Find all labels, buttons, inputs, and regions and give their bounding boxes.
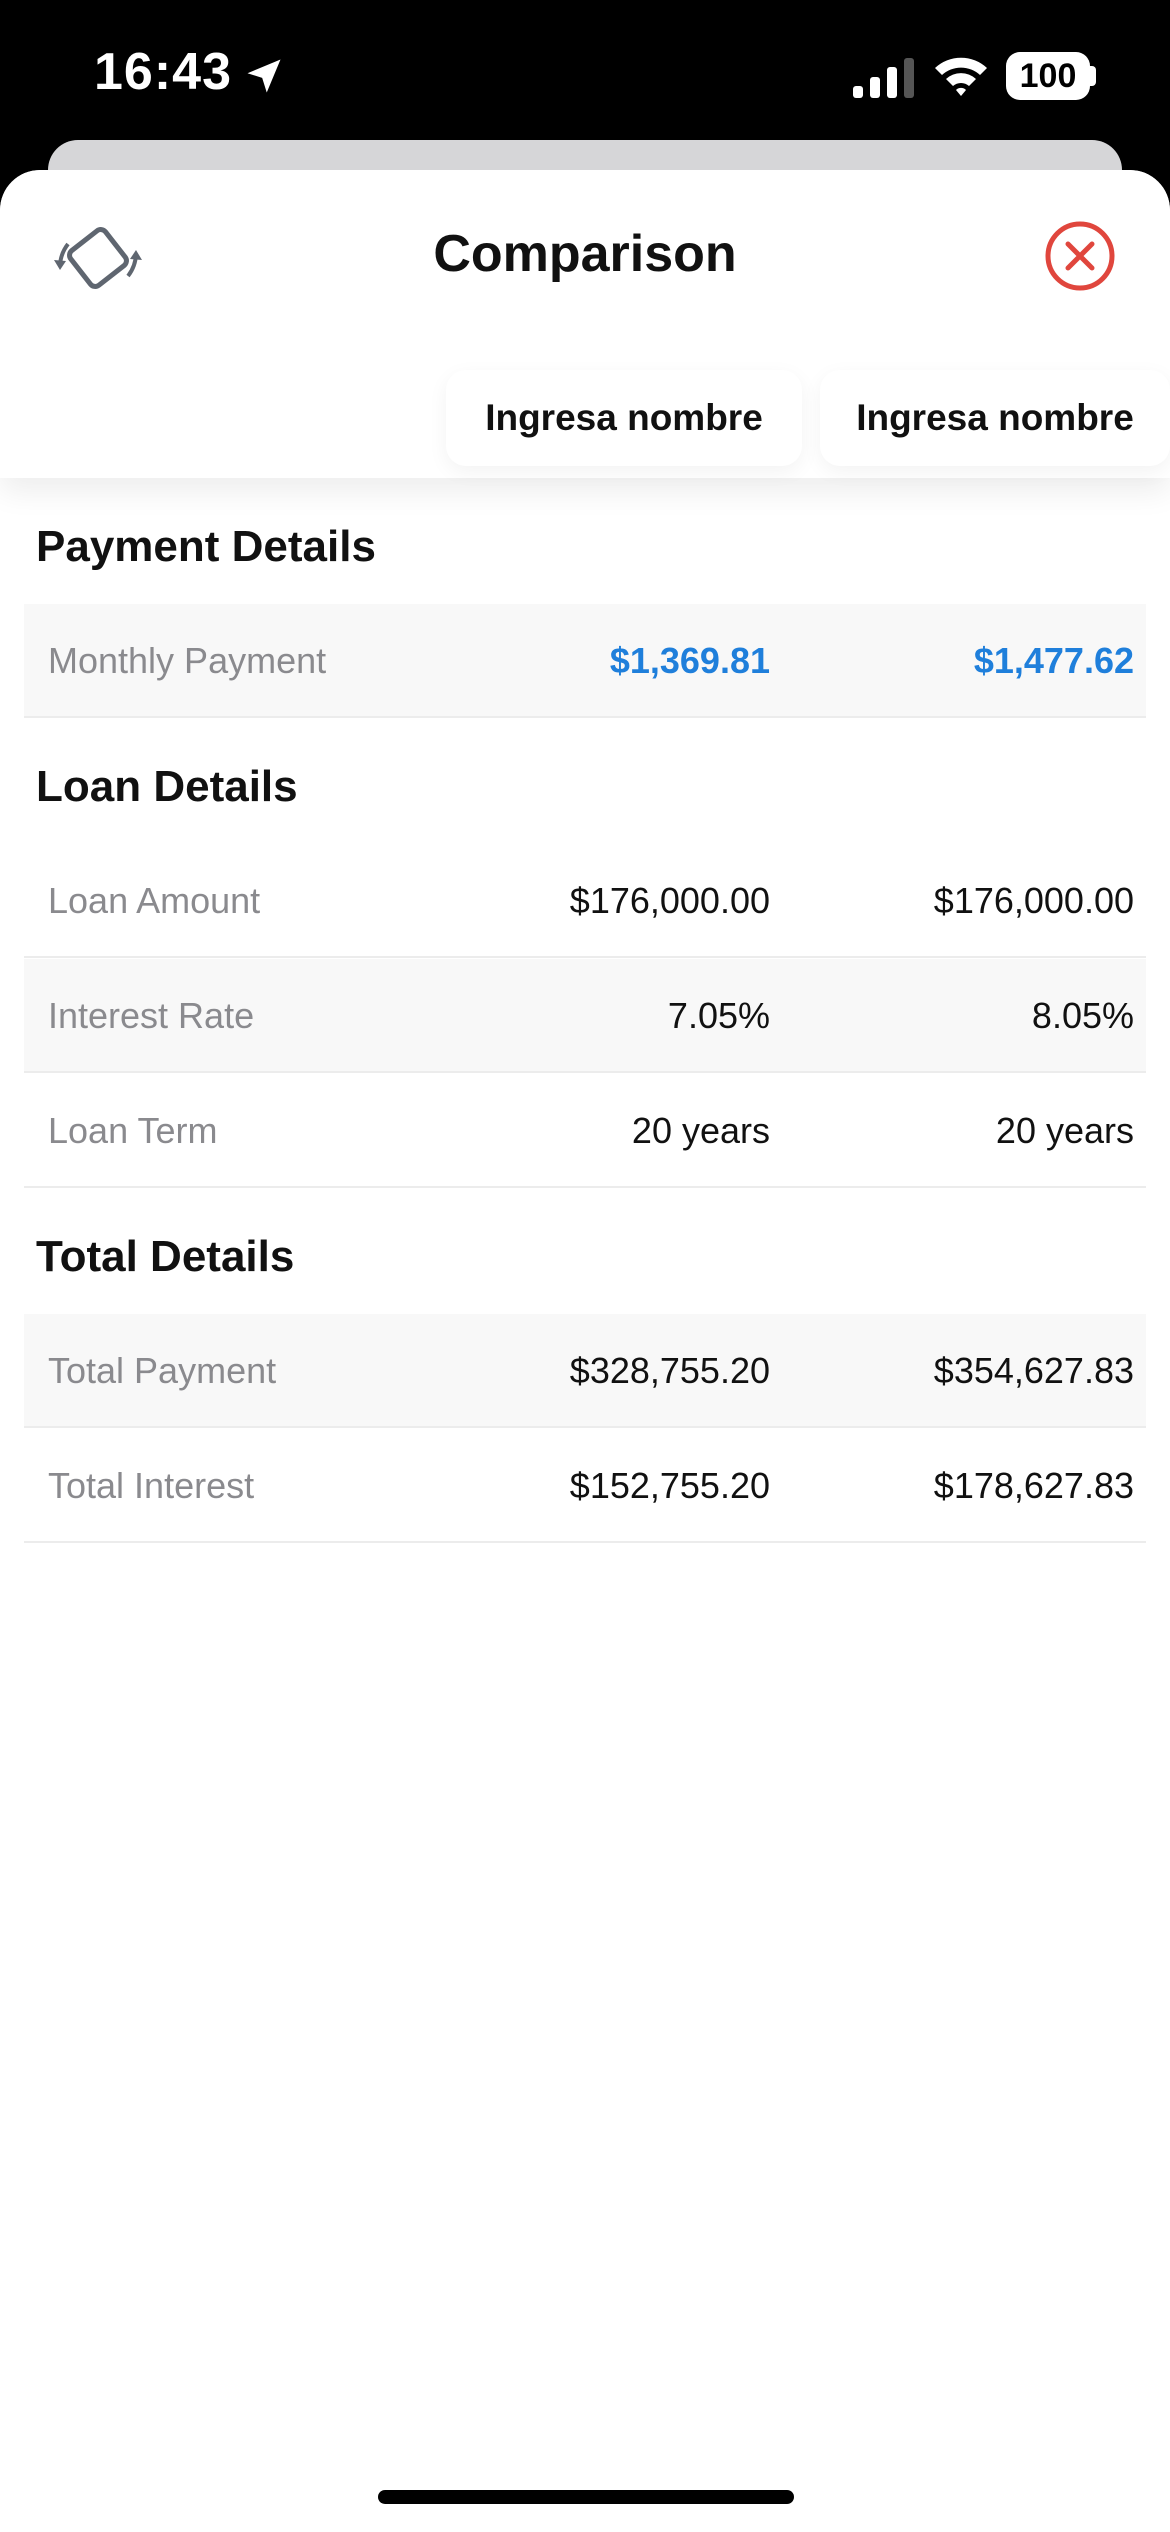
row-total-interest: Total Interest $152,755.20 $178,627.83 bbox=[24, 1429, 1146, 1543]
row-monthly-payment: Monthly Payment $1,369.81 $1,477.62 bbox=[24, 604, 1146, 718]
name-input-2[interactable]: Ingresa nombre bbox=[820, 370, 1170, 466]
status-bar: 16:43 100 bbox=[0, 0, 1170, 150]
battery-level: 100 bbox=[1019, 57, 1077, 95]
row-label: Loan Amount bbox=[48, 880, 261, 921]
name-input-1-label: Ingresa nombre bbox=[485, 397, 763, 438]
row-value-2: $354,627.83 bbox=[933, 1350, 1134, 1391]
row-value-2: $178,627.83 bbox=[933, 1465, 1134, 1506]
row-label: Interest Rate bbox=[48, 995, 255, 1036]
section-title-payment: Payment Details bbox=[36, 522, 376, 571]
row-interest-rate: Interest Rate 7.05% 8.05% bbox=[24, 959, 1146, 1073]
battery-icon: 100 bbox=[1006, 52, 1090, 100]
row-value-1: $1,369.81 bbox=[609, 640, 770, 681]
row-value-1: $176,000.00 bbox=[569, 880, 770, 921]
name-input-2-label: Ingresa nombre bbox=[856, 397, 1134, 438]
row-loan-term: Loan Term 20 years 20 years bbox=[24, 1074, 1146, 1188]
home-indicator[interactable] bbox=[378, 2490, 794, 2504]
cellular-signal-icon bbox=[853, 58, 914, 98]
row-total-payment: Total Payment $328,755.20 $354,627.83 bbox=[24, 1314, 1146, 1428]
row-label: Total Payment bbox=[48, 1350, 277, 1391]
row-label: Loan Term bbox=[48, 1110, 218, 1151]
row-label: Monthly Payment bbox=[48, 640, 327, 681]
row-label: Total Interest bbox=[48, 1465, 255, 1506]
section-title-loan: Loan Details bbox=[36, 762, 298, 811]
row-value-1: $328,755.20 bbox=[569, 1350, 770, 1391]
row-value-2: $1,477.62 bbox=[973, 640, 1134, 681]
row-value-1: $152,755.20 bbox=[569, 1465, 770, 1506]
row-loan-amount: Loan Amount $176,000.00 $176,000.00 bbox=[24, 844, 1146, 958]
page-title: Comparison bbox=[433, 225, 737, 283]
wifi-icon bbox=[935, 57, 987, 96]
row-value-2: $176,000.00 bbox=[933, 880, 1134, 921]
name-input-1[interactable]: Ingresa nombre bbox=[446, 370, 802, 466]
comparison-sheet: Comparison Ingresa nombre Ingresa nombre… bbox=[0, 170, 1170, 2532]
row-value-2: 20 years bbox=[995, 1110, 1134, 1151]
battery-nub bbox=[1090, 66, 1096, 86]
section-title-total: Total Details bbox=[36, 1232, 295, 1281]
sheet-header: Comparison Ingresa nombre Ingresa nombre bbox=[0, 170, 1170, 478]
row-value-2: 8.05% bbox=[1031, 995, 1134, 1036]
row-value-1: 7.05% bbox=[667, 995, 770, 1036]
close-icon[interactable] bbox=[1044, 220, 1116, 292]
location-arrow-icon bbox=[247, 59, 281, 93]
status-time: 16:43 bbox=[94, 43, 232, 101]
row-value-1: 20 years bbox=[631, 1110, 770, 1151]
